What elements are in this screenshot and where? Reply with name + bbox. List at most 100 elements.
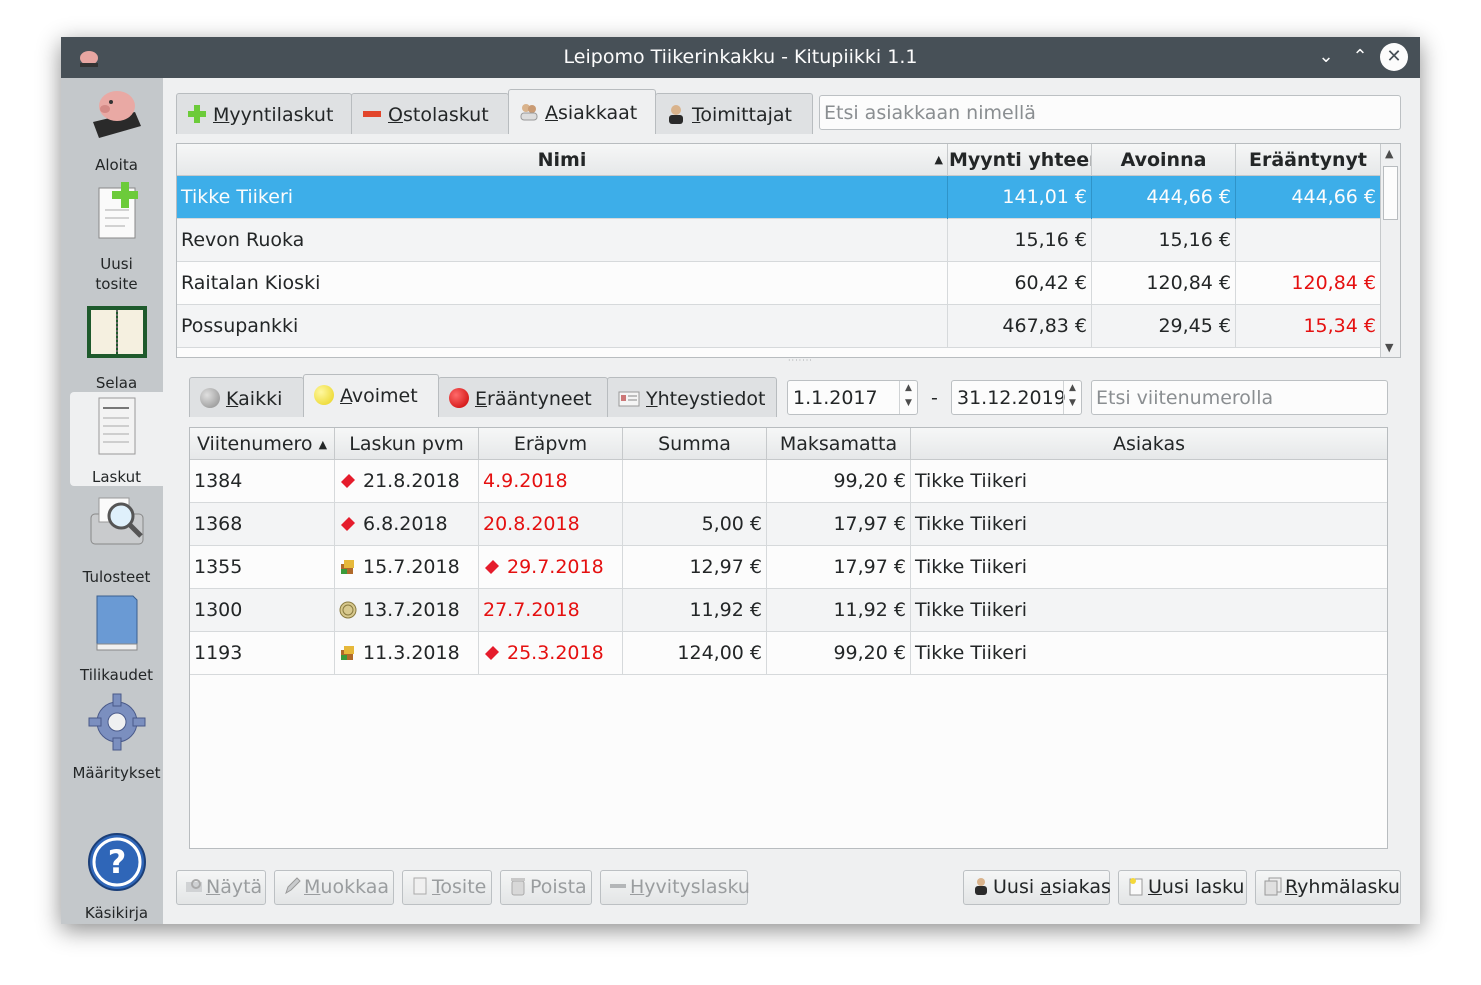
trash-icon <box>511 878 525 896</box>
sidebar-item-maaritykset[interactable]: Määritykset <box>70 690 163 782</box>
grey-circle-icon <box>200 388 220 408</box>
due-date-cell: 25.3.2018 <box>479 632 623 675</box>
column-header-eraantynyt[interactable]: Erääntynyt <box>1236 144 1381 176</box>
group-invoice-button[interactable]: Ryhmälasku <box>1255 870 1401 905</box>
red-ticket-icon <box>341 517 355 531</box>
tab-asiakkaat[interactable]: Asiakkaat <box>508 89 656 134</box>
spin-arrows[interactable]: ▲ ▼ <box>899 381 917 414</box>
print-preview-icon <box>186 879 202 892</box>
column-header-viitenumero[interactable]: Viitenumero ▲ <box>190 428 335 460</box>
column-header-maksamatta[interactable]: Maksamatta <box>767 428 911 460</box>
date-from-spinbox[interactable]: 1.1.2017 ▲ ▼ <box>787 380 918 415</box>
table-row[interactable]: 1193 11.3.2018 25.3.2018 124,00 € 99,20 … <box>190 632 1387 675</box>
tab-ostolaskut[interactable]: Ostolaskut <box>351 93 509 134</box>
table-row[interactable]: Revon Ruoka 15,16 € 15,16 € <box>177 219 1381 262</box>
voucher-button[interactable]: Tosite <box>402 870 492 905</box>
table-row[interactable]: 1300 13.7.2018 27.7.2018 11,92 € 11,92 €… <box>190 589 1387 632</box>
tab-yhteystiedot[interactable]: Yhteystiedot <box>607 377 777 417</box>
vertical-scrollbar[interactable]: ▲ ▼ <box>1380 144 1400 357</box>
splitter-handle[interactable]: ······· <box>788 356 813 365</box>
maximize-button[interactable]: ⌃ <box>1346 43 1374 71</box>
gear-icon <box>88 693 145 751</box>
column-header-erapvm[interactable]: Eräpvm <box>479 428 623 460</box>
sidebar-item-aloita[interactable]: Aloita <box>70 82 163 174</box>
sidebar-item-laskut[interactable]: Laskut <box>70 392 163 486</box>
sidebar-item-tilikaudet[interactable]: Tilikaudet <box>70 592 163 684</box>
plus-icon <box>188 105 206 123</box>
invoice-date-cell: 21.8.2018 <box>335 460 479 503</box>
invoice-date-cell: 11.3.2018 <box>335 632 479 675</box>
scrollbar-thumb[interactable] <box>1383 166 1398 220</box>
table-row[interactable]: Raitalan Kioski 60,42 € 120,84 € 120,84 … <box>177 262 1381 305</box>
ledger-book-icon <box>86 306 147 358</box>
minus-icon <box>610 884 626 888</box>
invoice-date-cell: 6.8.2018 <box>335 503 479 546</box>
sidebar-item-label: Selaa <box>95 374 138 392</box>
column-header-avoinna[interactable]: Avoinna <box>1092 144 1236 176</box>
sidebar-item-label: Uusi tosite <box>95 255 138 293</box>
customers-icon <box>520 104 538 121</box>
table-header: Nimi▲ Myynti yhteensä Avoinna Erääntynyt <box>177 144 1381 176</box>
new-customer-button[interactable]: Uusi asiakas <box>963 870 1111 905</box>
sidebar-item-uusi-tosite[interactable]: Uusi tosite <box>70 180 163 294</box>
column-header-nimi[interactable]: Nimi ▲ <box>177 144 948 176</box>
table-row[interactable] <box>177 348 1381 357</box>
sidebar-item-tulosteet[interactable]: Tulosteet <box>70 494 163 586</box>
sidebar: Aloita Uusi tosite Selaa Laskut Tulostee… <box>61 78 163 924</box>
table-row[interactable]: Tikke Tiikeri 141,01 € 444,66 € 444,66 € <box>177 176 1381 219</box>
sidebar-item-label: Tilikaudet <box>80 666 153 684</box>
tab-kaikki[interactable]: Kaikki <box>189 377 304 417</box>
table-row[interactable]: 1368 6.8.2018 20.8.2018 5,00 € 17,97 € T… <box>190 503 1387 546</box>
column-header-summa[interactable]: Summa <box>623 428 767 460</box>
edit-button[interactable]: Muokkaa <box>274 870 394 905</box>
invoice-date-cell: 13.7.2018 <box>335 589 479 632</box>
yellow-circle-icon <box>314 385 334 405</box>
scroll-up-icon[interactable]: ▲ <box>1385 147 1393 160</box>
red-ticket-icon <box>485 560 499 574</box>
invoices-table: Viitenumero ▲ Laskun pvm Eräpvm Summa Ma… <box>189 427 1388 849</box>
scroll-down-icon[interactable]: ▼ <box>1385 341 1393 354</box>
credit-note-button[interactable]: Hyvityslasku <box>600 870 750 905</box>
minimize-button[interactable]: ⌄ <box>1312 43 1340 71</box>
sort-ascending-icon: ▲ <box>934 153 943 166</box>
sidebar-item-selaa[interactable]: Selaa <box>70 300 163 392</box>
date-range-separator: - <box>931 387 938 409</box>
contact-card-icon <box>618 391 640 407</box>
date-to-spinbox[interactable]: 31.12.2019 ▲ ▼ <box>951 380 1082 415</box>
boxes-icon <box>341 646 354 660</box>
customer-search-input[interactable]: Etsi asiakkaan nimellä <box>819 95 1401 130</box>
sort-ascending-icon: ▲ <box>318 438 328 451</box>
new-document-icon <box>98 182 138 239</box>
reference-search-input[interactable]: Etsi viitenumerolla <box>1091 380 1388 415</box>
tab-eraantyneet[interactable]: Erääntyneet <box>438 377 608 417</box>
red-circle-icon <box>449 388 469 408</box>
spin-arrows[interactable]: ▲ ▼ <box>1063 381 1081 414</box>
column-header-asiakas[interactable]: Asiakas <box>911 428 1387 460</box>
customers-table: Nimi▲ Myynti yhteensä Avoinna Erääntynyt… <box>176 143 1401 358</box>
tab-myyntilaskut[interactable]: Myyntilaskut <box>176 93 352 134</box>
new-document-icon <box>1129 878 1143 896</box>
column-header-myynti[interactable]: Myynti yhteensä <box>948 144 1092 176</box>
svg-text:?: ? <box>107 843 126 881</box>
show-button[interactable]: Näytä <box>176 870 266 905</box>
close-button[interactable]: ✕ <box>1380 43 1408 71</box>
sidebar-item-label: Laskut <box>92 468 141 486</box>
new-invoice-button[interactable]: Uusi lasku <box>1118 870 1247 905</box>
table-header: Viitenumero ▲ Laskun pvm Eräpvm Summa Ma… <box>190 428 1387 460</box>
delete-button[interactable]: Poista <box>500 870 592 905</box>
piggy-bank-icon <box>92 91 141 138</box>
invoice-icon <box>98 397 135 455</box>
sidebar-item-kasikirja[interactable]: ? Käsikirja <box>70 830 163 922</box>
column-header-laskun-pvm[interactable]: Laskun pvm <box>335 428 479 460</box>
help-icon: ? <box>87 833 146 891</box>
due-date-cell: 29.7.2018 <box>479 546 623 589</box>
table-row[interactable]: Possupankki 467,83 € 29,45 € 15,34 € <box>177 305 1381 348</box>
table-row[interactable]: 1384 21.8.2018 4.9.2018 99,20 € Tikke Ti… <box>190 460 1387 503</box>
table-row[interactable]: 1355 15.7.2018 29.7.2018 12,97 € 17,97 €… <box>190 546 1387 589</box>
minus-icon <box>363 111 381 117</box>
red-ticket-icon <box>485 646 499 660</box>
main-window: Leipomo Tiikerinkakku - Kitupiikki 1.1 ⌄… <box>61 37 1420 924</box>
sidebar-item-label: Tulosteet <box>82 568 151 586</box>
tab-avoimet[interactable]: Avoimet <box>303 374 439 417</box>
tab-toimittajat[interactable]: Toimittajat <box>655 93 813 134</box>
